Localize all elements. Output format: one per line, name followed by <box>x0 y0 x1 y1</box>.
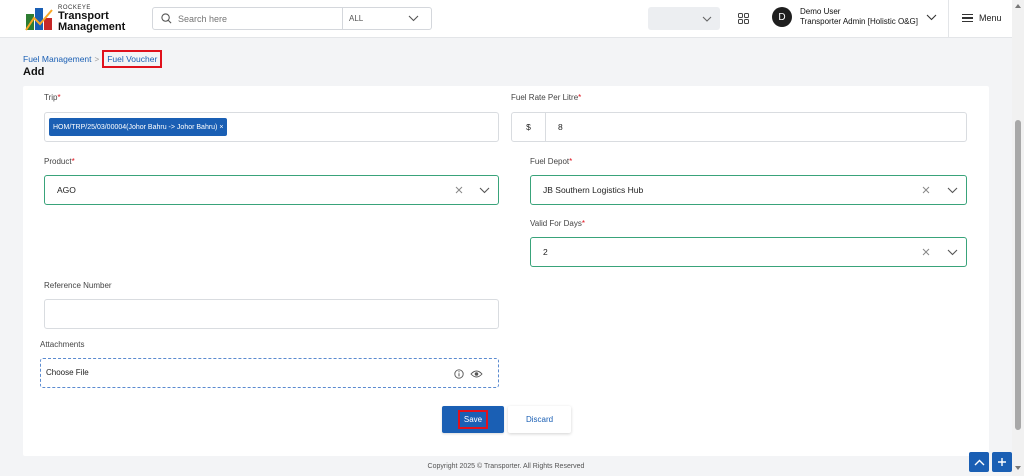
user-profile-menu[interactable]: D Demo User Transporter Admin [Holistic … <box>772 7 937 27</box>
discard-button[interactable]: Discard <box>508 406 571 433</box>
reference-number-input[interactable] <box>44 299 499 329</box>
clear-icon[interactable] <box>922 248 930 256</box>
add-button[interactable] <box>992 452 1012 472</box>
valid-days-select[interactable]: 2 <box>530 237 967 267</box>
search-scope-value: ALL <box>349 14 364 23</box>
scrollbar-thumb[interactable] <box>1015 120 1021 430</box>
plus-icon <box>998 458 1006 466</box>
clear-icon[interactable] <box>455 186 463 194</box>
fuel-rate-value: 8 <box>558 122 563 132</box>
choose-file-text: Choose File <box>46 368 89 377</box>
form-card: Trip* HOM/TRP/25/03/00004(Johor Bahru ->… <box>23 86 989 456</box>
menu-button[interactable]: Menu <box>962 13 1002 23</box>
save-button-label: Save <box>457 410 489 429</box>
fuel-depot-value: JB Southern Logistics Hub <box>543 185 644 195</box>
trip-tag[interactable]: HOM/TRP/25/03/00004(Johor Bahru -> Johor… <box>49 118 228 136</box>
breadcrumb-separator: > <box>94 54 100 64</box>
product-select[interactable]: AGO <box>44 175 499 205</box>
currency-prefix: $ <box>512 113 546 141</box>
scroll-top-button[interactable] <box>969 452 989 472</box>
chevron-down-icon[interactable] <box>479 187 490 194</box>
header-dropdown[interactable] <box>648 7 720 30</box>
fuel-rate-label: Fuel Rate Per Litre* <box>511 93 582 102</box>
logo-line-2: Management <box>58 21 126 33</box>
valid-days-value: 2 <box>543 247 548 257</box>
valid-days-label: Valid For Days* <box>530 219 585 228</box>
attachments-label: Attachments <box>40 340 85 349</box>
breadcrumb-fuel-voucher[interactable]: Fuel Voucher <box>102 50 163 68</box>
search-input[interactable] <box>178 13 338 24</box>
page-title: Add <box>23 66 45 78</box>
avatar: D <box>772 7 792 27</box>
chevron-down-icon <box>408 15 419 22</box>
global-search: ALL <box>152 7 432 30</box>
fuel-depot-label: Fuel Depot* <box>530 157 573 166</box>
chevron-down-icon[interactable] <box>947 187 958 194</box>
save-button[interactable]: Save <box>442 406 504 433</box>
chevron-down-icon[interactable] <box>947 249 958 256</box>
product-value: AGO <box>57 185 76 195</box>
file-upload-field[interactable]: Choose File <box>40 358 499 388</box>
search-icon <box>161 13 172 24</box>
clear-icon[interactable] <box>922 186 930 194</box>
hamburger-icon <box>962 13 973 23</box>
breadcrumb-fuel-management[interactable]: Fuel Management <box>23 54 92 64</box>
eye-icon[interactable] <box>470 369 483 379</box>
chevron-up-icon <box>974 459 984 465</box>
reference-number-label: Reference Number <box>44 281 112 290</box>
fuel-rate-input[interactable]: $ 8 <box>511 112 967 142</box>
user-role: Transporter Admin [Holistic O&G] <box>800 17 918 26</box>
info-icon[interactable] <box>454 369 464 379</box>
product-label: Product* <box>44 157 75 166</box>
top-bar: ROCKEYE Transport Management ALL <box>0 0 1012 38</box>
trip-multiselect[interactable]: HOM/TRP/25/03/00004(Johor Bahru -> Johor… <box>44 112 499 142</box>
apps-grid-icon[interactable] <box>738 13 749 24</box>
search-scope-select[interactable]: ALL <box>343 8 431 29</box>
user-name: Demo User <box>800 7 841 16</box>
page-scrollbar[interactable] <box>1012 0 1024 476</box>
app-logo[interactable]: ROCKEYE Transport Management <box>24 4 125 34</box>
fuel-depot-select[interactable]: JB Southern Logistics Hub <box>530 175 967 205</box>
logo-mark-icon <box>24 4 54 34</box>
scroll-down-arrow-icon[interactable] <box>1015 466 1021 470</box>
trip-label: Trip* <box>44 93 61 102</box>
menu-label: Menu <box>979 13 1002 23</box>
scroll-up-arrow-icon[interactable] <box>1015 4 1021 8</box>
header-divider <box>948 0 949 38</box>
chevron-down-icon <box>702 16 712 22</box>
chevron-down-icon <box>926 14 937 20</box>
footer-copyright: Copyright 2025 © Transporter. All Rights… <box>427 463 585 470</box>
